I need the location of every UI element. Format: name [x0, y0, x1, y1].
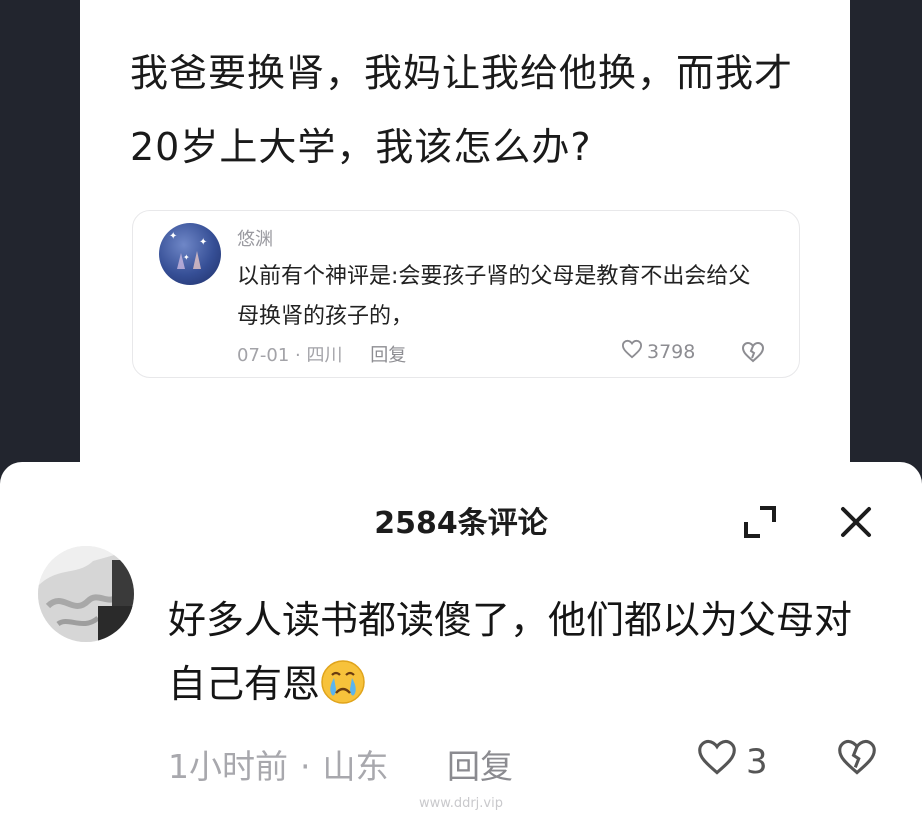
post-card: 我爸要换肾，我妈让我给他换，而我才20岁上大学，我该怎么办? ✦ ✦ ✦ 悠渊 … [80, 0, 850, 470]
quoted-dislike-button[interactable] [741, 341, 765, 367]
watermark: www.ddrj.vip [419, 796, 503, 811]
quoted-comment-meta: 07-01 · 四川 回复 [237, 345, 407, 366]
quoted-username[interactable]: 悠渊 [237, 225, 273, 251]
comment-text: 好多人读书都读傻了，他们都以为父母对自己有恩 [168, 588, 878, 716]
comment-like-button[interactable]: 3 [696, 738, 768, 785]
quoted-comment-date: 07-01 [237, 345, 290, 366]
comment-like-count: 3 [746, 741, 768, 782]
broken-heart-icon [741, 341, 765, 367]
quoted-comment-location: 四川 [306, 345, 343, 366]
quoted-like-count: 3798 [647, 340, 696, 363]
quoted-like-button[interactable]: 3798 [621, 339, 695, 364]
comment-time: 1小时前 [168, 747, 288, 786]
crying-face-emoji-icon [320, 659, 366, 705]
comments-count-title: 2584条评论 [374, 506, 548, 541]
post-title: 我爸要换肾，我妈让我给他换，而我才20岁上大学，我该怎么办? [130, 51, 794, 169]
comment-meta: 1小时前 · 山东 回复 [168, 747, 513, 786]
quoted-comment-text: 以前有个神评是:会要孩子肾的父母是教育不出会给父母换肾的孩子的， [237, 264, 751, 329]
comment-location: 山东 [322, 747, 389, 786]
quoted-reply-button[interactable]: 回复 [370, 345, 406, 366]
quoted-user-avatar[interactable]: ✦ ✦ ✦ [159, 223, 221, 285]
expand-icon [740, 506, 780, 546]
comment-body: 好多人读书都读傻了，他们都以为父母对自己有恩 [168, 598, 853, 706]
broken-heart-icon [836, 739, 878, 780]
close-button[interactable] [836, 502, 876, 542]
comment-dislike-button[interactable] [836, 738, 878, 780]
close-icon [836, 507, 876, 546]
comments-sheet: 2584条评论 好多人读书都读傻了，他们都以为父母对自己有恩 1小时前 · 山东… [0, 462, 922, 822]
commenter-avatar[interactable] [38, 546, 134, 642]
quoted-comment-card[interactable]: ✦ ✦ ✦ 悠渊 以前有个神评是:会要孩子肾的父母是教育不出会给父母换肾的孩子的… [132, 210, 800, 378]
heart-icon [621, 339, 643, 364]
comment-reply-button[interactable]: 回复 [447, 747, 513, 786]
heart-icon [696, 738, 738, 785]
expand-button[interactable] [740, 502, 780, 542]
